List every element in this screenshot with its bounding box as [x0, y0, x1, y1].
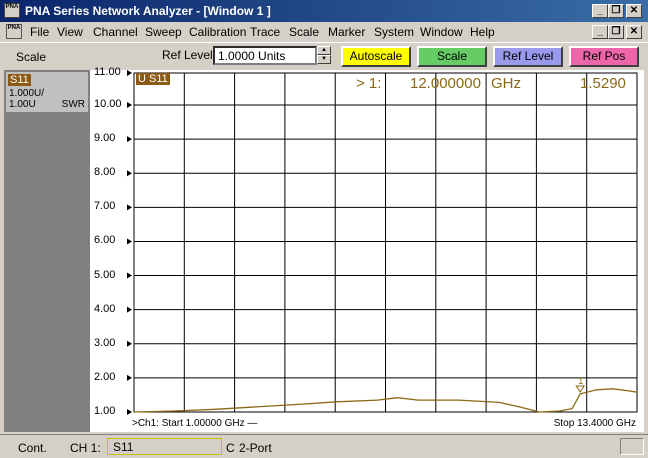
- minimize-button[interactable]: _: [592, 4, 608, 18]
- y-tick-marker-icon: [127, 409, 132, 415]
- ref-level-button[interactable]: Ref Level: [493, 46, 563, 67]
- app-icon: PNA: [4, 3, 20, 18]
- graticule: [133, 72, 638, 413]
- measurement-field: S11: [107, 438, 222, 455]
- doc-restore-button[interactable]: ❐: [608, 25, 624, 39]
- y-tick-label: 1.00: [94, 405, 116, 417]
- scale-button[interactable]: Scale: [417, 46, 487, 67]
- y-tick-label: 11.00: [94, 66, 121, 78]
- close-button[interactable]: ✕: [626, 4, 642, 18]
- y-tick-label: 10.00: [94, 98, 122, 110]
- trace-selector[interactable]: S11 1.000U/ 1.00U SWR: [6, 72, 88, 112]
- plot-window[interactable]: 1 11.00 10.00 9.00 8.00 7.00 6.00 5.00 4.00 3.00…: [90, 66, 644, 432]
- channel-label: CH 1:: [70, 441, 101, 455]
- marker-readout-frequency: 12.000000: [410, 75, 481, 92]
- y-tick-marker-icon: [127, 204, 132, 211]
- marker-1[interactable]: 1: [575, 376, 586, 393]
- port-config: 2-Port: [239, 441, 272, 455]
- spin-up-icon[interactable]: ▲: [317, 46, 331, 55]
- plot-svg: 1: [127, 70, 638, 415]
- menu-window[interactable]: Window: [420, 25, 463, 39]
- y-tick-label: 5.00: [94, 268, 116, 281]
- sweep-mode: Cont.: [18, 441, 47, 455]
- y-tick-label: 9.00: [94, 132, 116, 145]
- menu-bar: PNA File View Channel Sweep Calibration …: [0, 22, 648, 42]
- y-tick-marker-icon: [127, 374, 132, 381]
- measurement-value: S11: [113, 440, 134, 454]
- y-tick-label: 7.00: [94, 200, 116, 213]
- y-tick-marker-icon: [127, 238, 132, 245]
- y-tick-marker-icon: [127, 272, 132, 279]
- menu-scale[interactable]: Scale: [289, 25, 319, 39]
- menu-view[interactable]: View: [57, 25, 83, 39]
- marker-number: 1: [578, 376, 583, 386]
- marker-readout-unit: GHz: [491, 75, 521, 92]
- trace-scale-per-div: 1.000U/: [9, 88, 45, 99]
- marker-readout-value: 1.5290: [580, 75, 626, 92]
- menu-help[interactable]: Help: [470, 25, 495, 39]
- y-tick-label: 2.00: [94, 370, 116, 383]
- y-tick-marker-icon: [127, 70, 132, 76]
- y-tick-label: 8.00: [94, 166, 116, 179]
- ref-pos-button[interactable]: Ref Pos: [569, 46, 639, 67]
- status-bar: Cont. CH 1: S11 C 2-Port: [0, 434, 648, 458]
- menu-system[interactable]: System: [374, 25, 414, 39]
- autoscale-button[interactable]: Autoscale: [341, 46, 411, 67]
- title-bar: PNA PNA Series Network Analyzer - [Windo…: [0, 0, 648, 22]
- doc-close-button[interactable]: ✕: [626, 25, 642, 39]
- ref-level-label: Ref Level: [162, 48, 213, 62]
- menu-calibration[interactable]: Calibration: [189, 25, 246, 39]
- trace-label: U S11: [136, 73, 170, 85]
- menu-marker[interactable]: Marker: [328, 25, 365, 39]
- trace-ref-value: 1.00U: [9, 99, 36, 110]
- trace-scale: 1.000U/ 1.00U: [9, 88, 44, 110]
- menu-file[interactable]: File: [30, 25, 49, 39]
- y-tick-markers: [127, 70, 132, 415]
- correction-status: C: [226, 441, 235, 455]
- stop-frequency: Stop 13.4000 GHz: [553, 418, 636, 429]
- y-tick-label: 6.00: [94, 234, 116, 247]
- menu-sweep[interactable]: Sweep: [145, 25, 182, 39]
- trace-name: S11: [8, 74, 31, 86]
- y-tick-marker-icon: [127, 170, 132, 177]
- marker-triangle-icon: [575, 385, 586, 393]
- menu-channel[interactable]: Channel: [93, 25, 138, 39]
- y-tick-label: 4.00: [94, 302, 116, 315]
- ref-level-spinner[interactable]: ▲ ▼: [317, 46, 331, 65]
- document-icon[interactable]: PNA: [6, 24, 22, 39]
- ref-level-input[interactable]: [213, 46, 317, 65]
- trace-format: SWR: [61, 99, 85, 110]
- trace-panel: S11 1.000U/ 1.00U SWR: [4, 70, 90, 432]
- y-tick-marker-icon: [127, 306, 132, 313]
- spin-down-icon[interactable]: ▼: [317, 55, 331, 64]
- y-tick-marker-icon: [127, 102, 132, 108]
- y-tick-label: 3.00: [94, 336, 116, 349]
- doc-minimize-button[interactable]: _: [592, 25, 608, 39]
- status-extra-field: [620, 438, 644, 455]
- menu-trace[interactable]: Trace: [250, 25, 280, 39]
- start-frequency: >Ch1: Start 1.00000 GHz —: [132, 418, 258, 429]
- y-tick-marker-icon: [127, 136, 132, 143]
- toolbar-scale-label: Scale: [16, 50, 47, 64]
- y-tick-marker-icon: [127, 340, 132, 347]
- window-title: PNA Series Network Analyzer - [Window 1 …: [25, 4, 271, 18]
- restore-button[interactable]: ❐: [608, 4, 624, 18]
- marker-readout-id: > 1:: [356, 75, 382, 92]
